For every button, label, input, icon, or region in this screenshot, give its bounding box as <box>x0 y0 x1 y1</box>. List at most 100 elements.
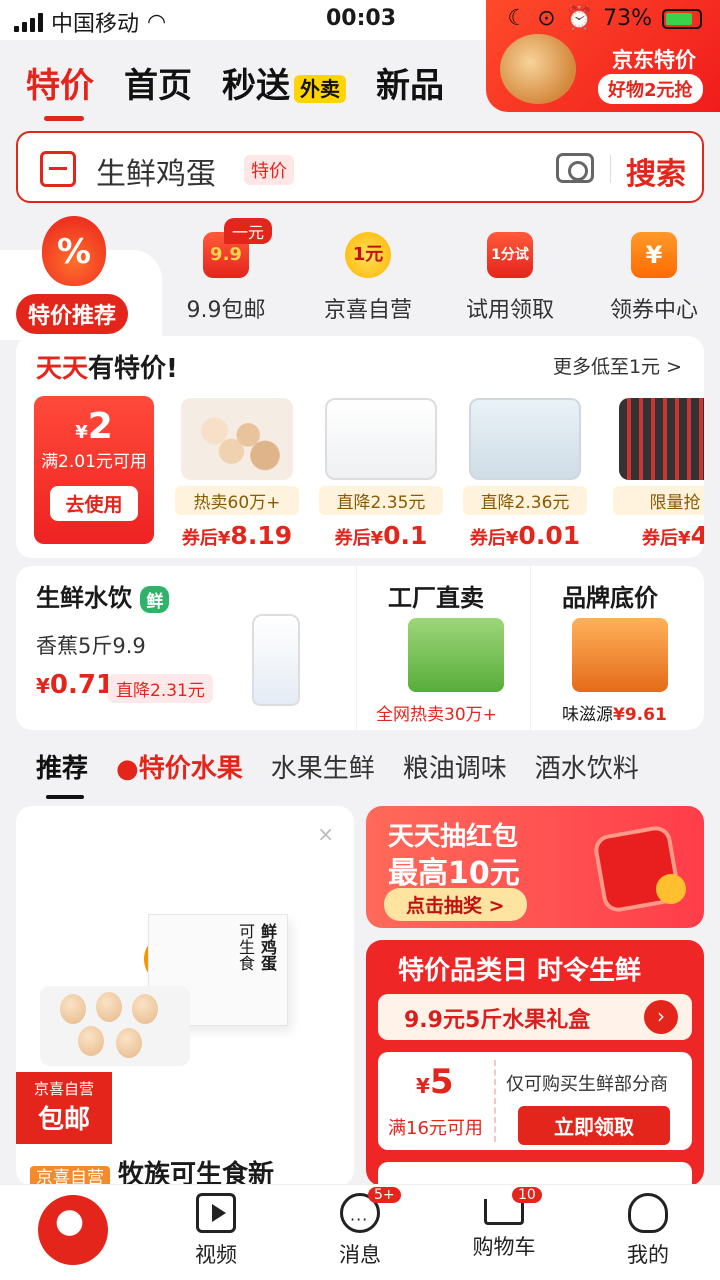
coupon-icon: ¥ <box>631 232 677 278</box>
header-promo-banner[interactable]: ☾ ⊙ ⏰ 73% 京东特价 好物2元抢 <box>486 0 720 112</box>
product-title: 京喜自营 牧族可生食新 <box>30 1154 274 1186</box>
title-red: 天天 <box>36 354 89 384</box>
fresh-price-value: 0.71 <box>49 670 115 700</box>
claim-coupon-button[interactable]: 立即领取 <box>518 1106 670 1145</box>
more-deals-link[interactable]: 更多低至1元 > <box>553 352 682 379</box>
search-divider <box>610 155 611 183</box>
box-text-2: 可生食 <box>236 923 255 971</box>
clock: 00:03 <box>326 6 397 31</box>
deal-label: 直降2.36元 <box>463 486 587 515</box>
brand-sub: 味滋源¥9.61 <box>562 700 667 725</box>
category-coupon-center[interactable]: ¥ 领券中心 <box>584 232 720 324</box>
deal-item[interactable]: 限量抢 券后¥4 <box>610 398 704 550</box>
pomegranate-icon: ● <box>116 754 139 784</box>
category-label: 京喜自营 <box>323 298 412 323</box>
egg <box>116 1028 142 1058</box>
title-black: 有特价! <box>88 354 178 384</box>
block-divider <box>530 566 531 730</box>
deal-price: 券后¥8.19 <box>172 521 302 550</box>
tab-home[interactable]: 首页 <box>124 58 192 107</box>
promo-subtitle: 好物2元抢 <box>598 74 703 104</box>
tab-grain-oil[interactable]: 粮油调味 <box>403 748 507 785</box>
egg <box>132 994 158 1024</box>
nav-messages[interactable]: ··· 5+ 消息 <box>312 1187 408 1269</box>
category-day-card: 特价品类日 时令生鲜 9.9元5斤水果礼盒 › ¥5 满16元可用 仅可购买生鲜… <box>366 940 704 1186</box>
scan-icon[interactable] <box>40 151 76 187</box>
lock-rotation-icon: ⊙ <box>537 6 556 31</box>
search-input[interactable]: 生鲜鸡蛋 <box>96 149 216 193</box>
price-value: 0.1 <box>383 521 428 550</box>
deal-item[interactable]: 热卖60万+ 券后¥8.19 <box>172 398 302 550</box>
nav-profile[interactable]: 我的 <box>600 1193 696 1269</box>
badge-main: 包邮 <box>37 1105 90 1135</box>
search-button[interactable]: 搜索 <box>626 149 686 193</box>
tab-miaosong[interactable]: 秒送 外卖 <box>222 58 346 107</box>
feed-tabs: 推荐 ●特价水果 水果生鲜 粮油调味 酒水饮料 <box>36 748 639 799</box>
close-icon[interactable]: × <box>317 822 334 846</box>
badge-top: 京喜自营 <box>33 1080 94 1098</box>
fruit-box-link[interactable]: 9.9元5斤水果礼盒 › <box>378 994 692 1040</box>
clear-box-image <box>469 398 581 480</box>
search-bar[interactable]: 生鲜鸡蛋 特价 搜索 <box>16 131 704 203</box>
tab-drinks[interactable]: 酒水饮料 <box>535 748 639 785</box>
tab-fruit-deals[interactable]: ●特价水果 <box>116 748 243 785</box>
red-packet-banner[interactable]: 天天抽红包 最高10元 点击抽奖 > <box>366 806 704 928</box>
one-yuan-badge: 一元 <box>224 218 273 244</box>
message-badge: 5+ <box>368 1187 401 1203</box>
category-trial[interactable]: 1分试 试用领取 <box>440 232 580 324</box>
fresh-tag: 鲜 <box>140 585 170 613</box>
cart-badge: 10 <box>512 1187 542 1203</box>
chevron-right-icon[interactable]: › <box>644 1000 678 1034</box>
nav-label: 购物车 <box>472 1235 536 1259</box>
signal-icon <box>14 12 43 32</box>
tab-fresh[interactable]: 水果生鲜 <box>271 748 375 785</box>
moon-icon: ☾ <box>507 6 528 31</box>
fresh-block-title[interactable]: 生鲜水饮 鲜 <box>36 578 170 613</box>
draw-button[interactable]: 点击抽奖 > <box>384 888 527 921</box>
title-tag: 京喜自营 <box>30 1166 110 1186</box>
waimai-badge: 外卖 <box>294 75 346 103</box>
carrier-name: 中国移动 <box>51 12 140 37</box>
nav-video[interactable]: 视频 <box>168 1193 264 1269</box>
category-label: 试用领取 <box>465 298 554 323</box>
tab-new[interactable]: 新品 <box>376 58 444 107</box>
block-divider <box>356 566 357 730</box>
camera-icon[interactable] <box>556 153 594 183</box>
fresh-drop-badge: 直降2.31元 <box>108 674 213 703</box>
coupon-card[interactable]: ¥2 满2.01元可用 去使用 <box>34 396 154 544</box>
coupon-condition: 满2.01元可用 <box>41 452 147 472</box>
deal-item[interactable]: 直降2.36元 券后¥0.01 <box>460 398 590 550</box>
deal-item[interactable]: 直降2.35元 券后¥0.1 <box>316 398 446 550</box>
coupon-amount: ¥5 <box>416 1062 454 1102</box>
category-tejia-recommend[interactable]: % 特价推荐 <box>0 216 162 340</box>
joy-mascot-icon[interactable] <box>38 1195 108 1265</box>
brand-block-title[interactable]: 品牌底价 <box>562 578 658 613</box>
fresh-coupon: ¥5 满16元可用 仅可购买生鲜部分商 立即领取 <box>378 1052 692 1150</box>
profile-icon <box>628 1193 668 1233</box>
brand-sub-name: 味滋源 <box>562 705 613 725</box>
product-card[interactable]: × 鲜鸡蛋 可生食 京喜自营 包邮 京喜自营 牧族可生食新 <box>16 806 354 1186</box>
snack-box-image <box>572 618 668 692</box>
use-coupon-button[interactable]: 去使用 <box>50 486 138 521</box>
egg <box>78 1026 104 1056</box>
nav-cart[interactable]: 10 购物车 <box>456 1187 552 1261</box>
tab-recommend[interactable]: 推荐 <box>36 748 88 799</box>
factory-sub: 全网热卖30万+ <box>376 705 497 725</box>
price-value: 0.01 <box>518 521 581 550</box>
fresh-product-name[interactable]: 香蕉5斤9.9 <box>36 630 146 660</box>
category-jingxi[interactable]: 1元 京喜自营 <box>298 232 438 324</box>
egg-tray-image <box>40 986 190 1066</box>
egg-crate-image <box>408 618 504 692</box>
eggs-image <box>181 398 293 480</box>
alarm-icon: ⏰ <box>565 6 594 31</box>
factory-block-title[interactable]: 工厂直卖 <box>388 578 484 613</box>
category-9-9[interactable]: 9.9 9.9包邮 <box>156 232 296 324</box>
carrier-info: 中国移动 ◠ <box>14 6 166 38</box>
category-label: 领券中心 <box>609 298 698 323</box>
tab-tejia[interactable]: 特价 <box>26 58 94 121</box>
price-prefix: 券后¥ <box>181 528 231 549</box>
nav-label: 视频 <box>195 1243 237 1267</box>
deal-label: 直降2.35元 <box>319 486 443 515</box>
box-text: 鲜鸡蛋 <box>258 923 277 971</box>
search-tag: 特价 <box>244 155 294 185</box>
